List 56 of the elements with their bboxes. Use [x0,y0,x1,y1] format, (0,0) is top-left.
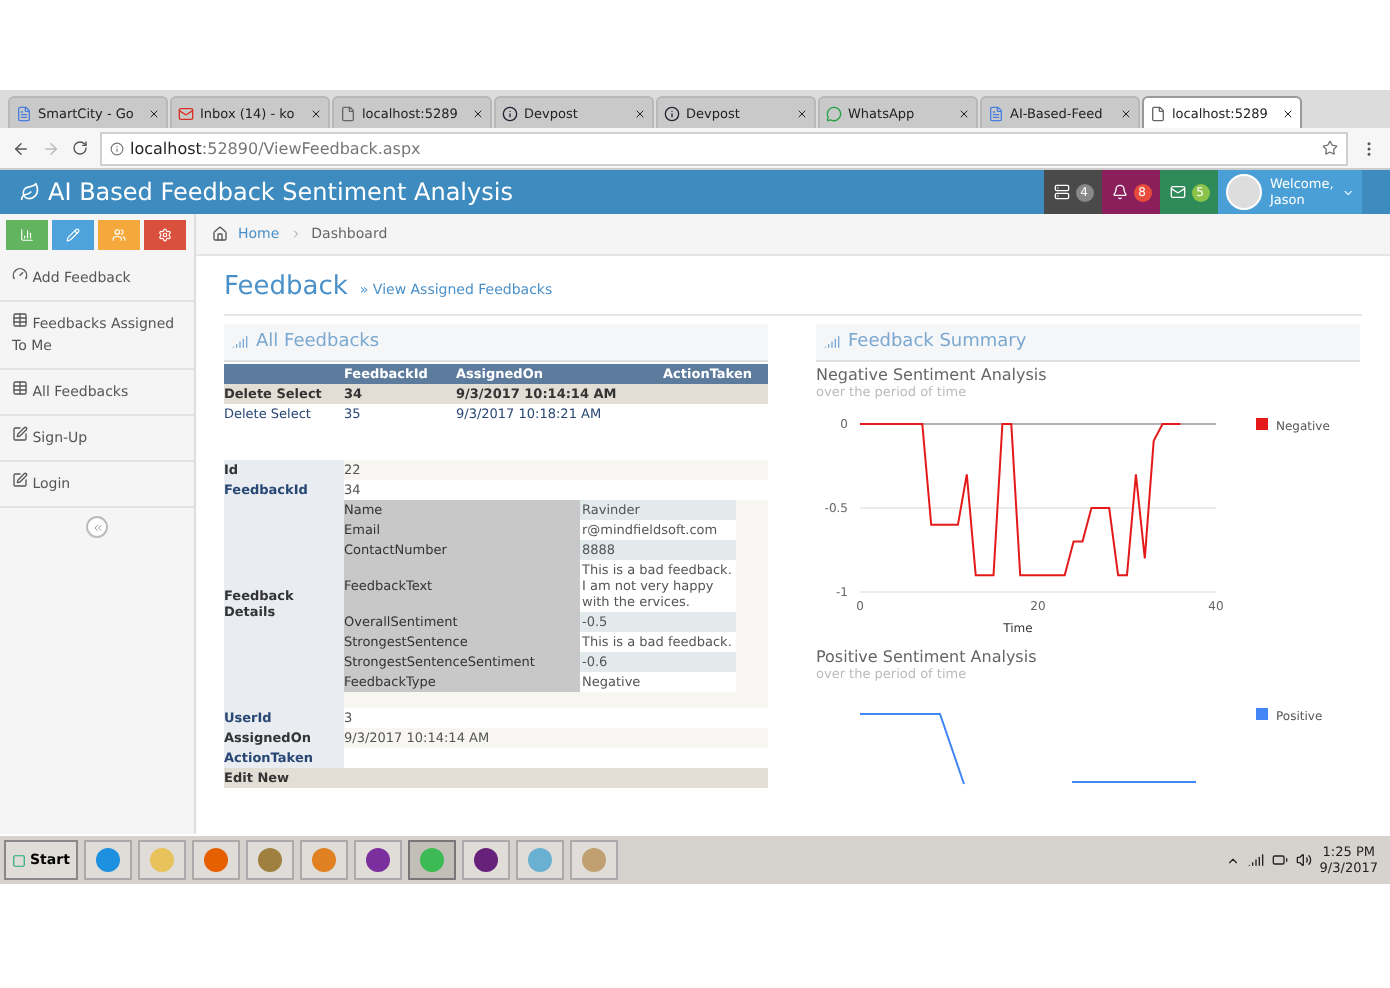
star-icon[interactable] [1322,140,1338,156]
circle-logo-icon [502,105,518,121]
chart-title: Positive Sentiment Analysis [816,648,1039,666]
close-icon[interactable] [1282,107,1294,119]
close-icon[interactable] [958,107,970,119]
taskbar-button[interactable] [461,840,510,880]
mail-icon [178,105,194,121]
chart-title: Negative Sentiment Analysis [816,366,1049,384]
table-header-cell [224,364,344,384]
page-icon [340,105,356,121]
leaf-icon [20,182,40,202]
server-icon [1053,184,1069,200]
reload-icon[interactable] [72,140,88,156]
close-icon[interactable] [472,107,484,119]
caret-icon [1341,185,1354,199]
app-title: AI Based Feedback Sentiment Analysis [48,178,513,206]
info-icon [110,141,124,155]
home-icon [212,226,228,242]
avatar-icon [1226,174,1262,210]
document-icon [16,105,32,121]
back-icon[interactable] [12,139,30,157]
page-title: Feedback [224,272,348,302]
gear-icon [158,228,172,242]
bell-icon [1111,184,1127,200]
edit-icon [12,472,28,488]
battery-icon [1271,852,1288,868]
table-icon [12,312,28,328]
window-logo-icon [12,853,26,867]
close-icon[interactable] [310,107,322,119]
close-icon[interactable] [148,107,160,119]
chat-bubble-icon [826,105,842,121]
pencil-icon [66,228,80,242]
users-icon [112,228,126,242]
bar-chart-icon [20,228,34,242]
signal-bars-icon [232,334,248,350]
document-icon [988,105,1004,121]
volume-icon[interactable] [1295,852,1312,868]
signal-icon [1247,852,1264,868]
shortcut-button[interactable] [144,220,186,250]
close-icon[interactable] [796,107,808,119]
close-icon[interactable] [1120,107,1132,119]
chevron-icon [289,228,302,240]
close-icon[interactable] [634,107,646,119]
legend-swatch [1256,418,1268,430]
address-field[interactable]: localhost:52890/ViewFeedback.aspx [100,131,1348,165]
edit-icon [12,426,28,442]
panel-title: Feedback Summary [848,332,1027,352]
table-icon [12,380,28,396]
page-icon [1150,105,1166,121]
mail-icon [1169,184,1185,200]
signal-bars-icon [824,334,840,350]
taskbar-button[interactable] [353,840,402,880]
circle-logo-icon [664,105,680,121]
panel-title: All Feedbacks [256,332,380,352]
chevron-icon[interactable] [1225,853,1240,867]
gauge-icon [12,266,28,282]
